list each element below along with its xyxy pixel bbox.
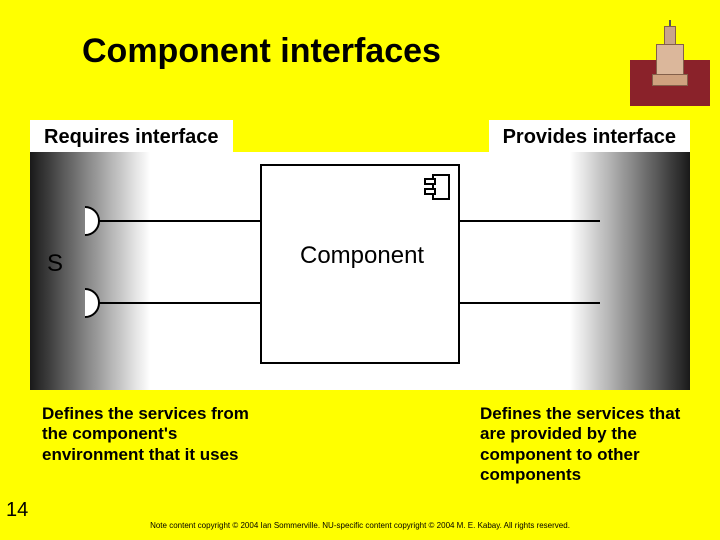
provides-description: Defines the services that are provided b…: [480, 404, 690, 486]
gradient-right: [570, 152, 690, 390]
component-diagram: S Component: [0, 152, 720, 390]
logo-building-icon: [652, 26, 688, 90]
requires-connector-1: [85, 220, 260, 222]
component-icon: [424, 172, 452, 202]
requires-description: Defines the services from the component'…: [42, 404, 272, 465]
logo: [630, 20, 710, 106]
requires-socket-icon-2: [83, 288, 107, 316]
page-title: Component interfaces: [82, 32, 441, 71]
component-label: Component: [300, 242, 424, 270]
provides-connector-1: [460, 220, 600, 222]
provides-connector-2: [460, 302, 600, 304]
page-number: 14: [6, 499, 28, 522]
requires-interface-label: Requires interface: [30, 120, 233, 155]
s-label: S: [47, 250, 63, 278]
provides-interface-label: Provides interface: [489, 120, 690, 155]
requires-socket-icon-1: [83, 206, 107, 234]
copyright-footer: Note content copyright © 2004 Ian Sommer…: [0, 521, 720, 530]
requires-connector-2: [85, 302, 260, 304]
title-bar: Component interfaces: [0, 20, 720, 100]
